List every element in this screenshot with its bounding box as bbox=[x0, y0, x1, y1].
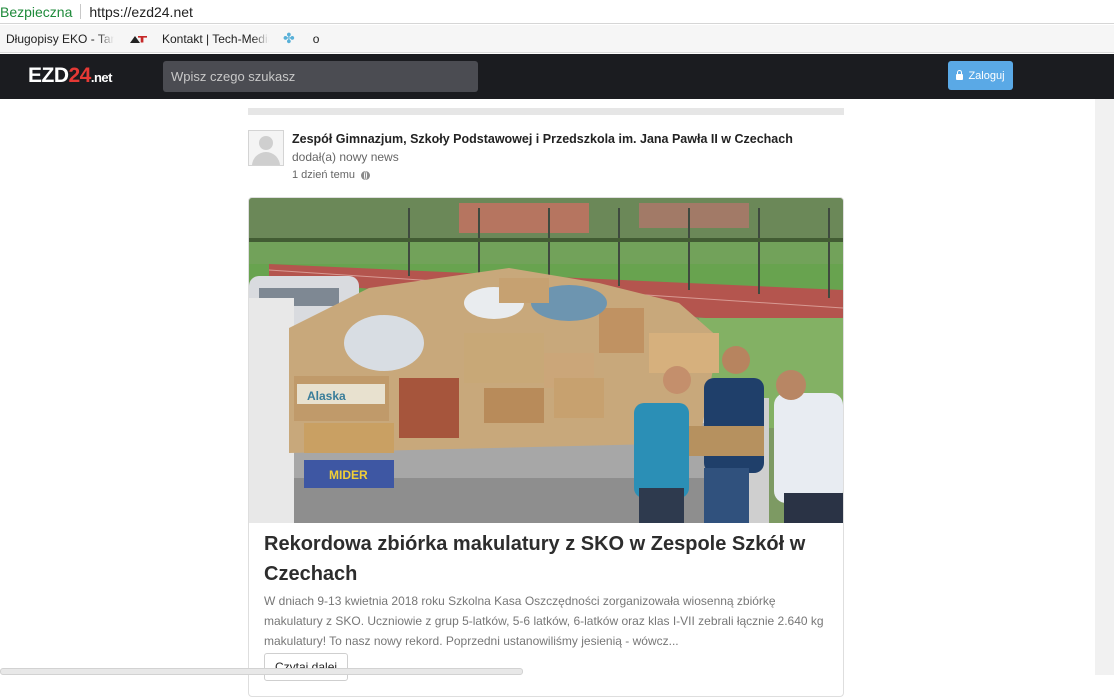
logo-number: 24 bbox=[68, 64, 92, 87]
post-time: 1 dzień temu bbox=[292, 169, 370, 181]
login-button[interactable]: Zaloguj bbox=[948, 61, 1013, 90]
photo-box-label-mider: MIDER bbox=[329, 468, 368, 482]
search-input[interactable] bbox=[163, 61, 478, 92]
bookmark-label: Długopisy EKO - Tam bbox=[6, 31, 114, 46]
logo-suffix: .net bbox=[90, 70, 113, 85]
bookmark-at[interactable] bbox=[120, 25, 162, 52]
post-time-text: 1 dzień temu bbox=[292, 169, 355, 181]
site-navbar: EZD24.net Zaloguj bbox=[0, 54, 1114, 99]
security-label: Bezpieczna bbox=[0, 3, 73, 20]
logo-main: EZD bbox=[28, 64, 69, 87]
avatar[interactable] bbox=[248, 130, 284, 166]
read-more-button[interactable]: Czytaj dalej bbox=[264, 653, 349, 681]
bookmark-dlugopisy[interactable]: Długopisy EKO - Tam bbox=[0, 25, 120, 52]
address-bar[interactable]: Bezpieczna https://ezd24.net bbox=[0, 0, 1114, 24]
globe-icon bbox=[360, 170, 370, 180]
vertical-scrollbar[interactable] bbox=[1095, 99, 1114, 675]
news-card: Alaska MIDER Rekordowa zbiórka makulatur… bbox=[248, 197, 844, 697]
horizontal-scrollbar[interactable] bbox=[0, 668, 523, 675]
post-author[interactable]: Zespół Gimnazjum, Szkoły Podstawowej i P… bbox=[292, 132, 793, 146]
bookmark-label: o bbox=[312, 31, 320, 46]
article-photo[interactable]: Alaska MIDER bbox=[249, 198, 843, 523]
post-action: dodał(a) nowy news bbox=[292, 150, 399, 164]
bookmark-o[interactable]: o bbox=[313, 25, 326, 52]
feed-top-strip bbox=[248, 108, 844, 115]
bookmark-flower[interactable]: ✤ bbox=[275, 25, 313, 52]
url-text[interactable]: https://ezd24.net bbox=[89, 4, 193, 20]
bookmark-kontakt[interactable]: Kontakt | Tech-Media bbox=[162, 25, 275, 52]
login-label: Zaloguj bbox=[968, 69, 1005, 82]
article-excerpt: W dniach 9-13 kwietnia 2018 roku Szkolna… bbox=[264, 594, 824, 648]
article-title[interactable]: Rekordowa zbiórka makulatury z SKO w Zes… bbox=[264, 529, 824, 589]
site-logo[interactable]: EZD24.net bbox=[28, 64, 112, 88]
bookmark-label: Kontakt | Tech-Media bbox=[162, 31, 269, 46]
at-logo-icon bbox=[130, 34, 148, 44]
flower-icon: ✤ bbox=[283, 30, 295, 46]
lock-icon bbox=[956, 69, 964, 80]
photo-box-label-alaska: Alaska bbox=[307, 389, 346, 403]
address-separator bbox=[80, 4, 82, 19]
bookmarks-bar: Długopisy EKO - Tam Kontakt | Tech-Media… bbox=[0, 25, 1114, 53]
